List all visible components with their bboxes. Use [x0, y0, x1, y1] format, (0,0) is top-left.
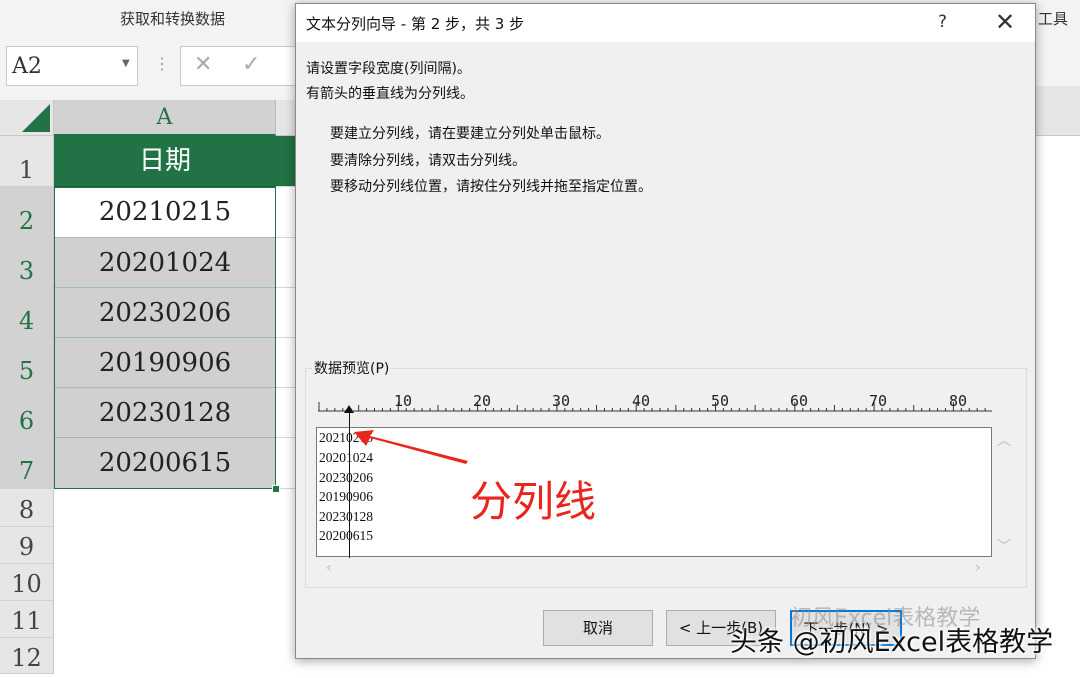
ruler-label: 70 — [869, 392, 888, 410]
fill-handle[interactable] — [272, 485, 280, 493]
dialog-instruction-2: 有箭头的垂直线为分列线。 — [306, 86, 474, 102]
row-header[interactable]: 2 — [0, 187, 54, 238]
help-icon[interactable]: ? — [938, 12, 947, 32]
column-break-arrow-icon[interactable] — [344, 405, 354, 413]
dialog-hint-move: 要移动分列线位置，请按住分列线并拖至指定位置。 — [330, 179, 652, 195]
ribbon-group-label: 获取和转换数据 — [119, 10, 225, 28]
ruler-label: 80 — [949, 392, 968, 410]
ruler-label: 60 — [790, 392, 809, 410]
cell-b[interactable] — [276, 238, 296, 288]
column-header-b[interactable] — [276, 100, 296, 136]
cell-b[interactable] — [276, 288, 296, 338]
scroll-up-icon[interactable]: ︿ — [997, 430, 1011, 450]
dialog-title: 文本分列向导 - 第 2 步，共 3 步 — [306, 15, 525, 33]
dialog-instruction-1: 请设置字段宽度(列间隔)。 — [306, 61, 471, 77]
ribbon-tools-label: 工具 — [1038, 10, 1069, 28]
close-icon[interactable]: ✕ — [995, 8, 1015, 36]
cancel-button[interactable]: 取消 — [543, 610, 653, 646]
scroll-right-icon[interactable]: › — [975, 560, 981, 576]
ruler-label: 40 — [632, 392, 651, 410]
ruler-label: 10 — [394, 392, 413, 410]
row-header[interactable]: 12 — [0, 638, 54, 674]
cell-b[interactable] — [276, 187, 296, 238]
select-all-triangle-icon — [22, 104, 50, 132]
ruler-label: 20 — [473, 392, 492, 410]
name-box-dropdown-icon[interactable]: ▼ — [122, 58, 130, 69]
cancel-formula-icon[interactable]: ✕ — [194, 52, 212, 77]
row-header[interactable]: 11 — [0, 601, 54, 638]
selection-border — [54, 187, 276, 489]
row-header[interactable]: 9 — [0, 527, 54, 564]
column-header-a[interactable]: A — [54, 100, 276, 136]
cell-b[interactable] — [276, 438, 296, 489]
row-header[interactable]: 4 — [0, 288, 54, 338]
watermark-bottom: 头条 @初风Excel表格教学 — [730, 627, 1054, 658]
scroll-down-icon[interactable]: ﹀ — [997, 536, 1011, 556]
ruler-label: 30 — [552, 392, 571, 410]
column-header-right — [1036, 86, 1080, 136]
empty-cells[interactable] — [54, 489, 276, 674]
name-box-value: A2 — [12, 54, 42, 79]
ruler-label: 50 — [711, 392, 730, 410]
column-ruler[interactable] — [316, 392, 992, 416]
row-header[interactable]: 1 — [0, 136, 54, 187]
grid-right-area — [1036, 136, 1080, 674]
row-header[interactable]: 3 — [0, 238, 54, 288]
row-header[interactable]: 6 — [0, 388, 54, 438]
dialog-hint-clear: 要清除分列线，请双击分列线。 — [330, 153, 526, 169]
annotation-label: 分列线 — [470, 477, 597, 526]
enter-formula-icon[interactable]: ✓ — [242, 52, 260, 77]
preview-line: 20230128 — [319, 509, 373, 524]
data-preview-label: 数据预览(P) — [312, 358, 392, 378]
row-header[interactable]: 8 — [0, 489, 54, 527]
formula-bar-grip-icon: ⋮ — [154, 54, 170, 73]
preview-line: 20190906 — [319, 489, 373, 504]
row-header[interactable]: 5 — [0, 338, 54, 388]
scroll-left-icon[interactable]: ‹ — [326, 560, 332, 576]
preview-line: 20200615 — [319, 528, 373, 543]
cell-header-date[interactable]: 日期 — [54, 136, 276, 187]
cell-b1[interactable] — [276, 136, 296, 187]
cell-b[interactable] — [276, 388, 296, 438]
row-header[interactable]: 7 — [0, 438, 54, 489]
annotation-arrow-icon — [354, 430, 468, 464]
cell-b[interactable] — [276, 338, 296, 388]
dialog-hint-create: 要建立分列线，请在要建立分列处单击鼠标。 — [330, 126, 610, 142]
row-header[interactable]: 10 — [0, 564, 54, 601]
